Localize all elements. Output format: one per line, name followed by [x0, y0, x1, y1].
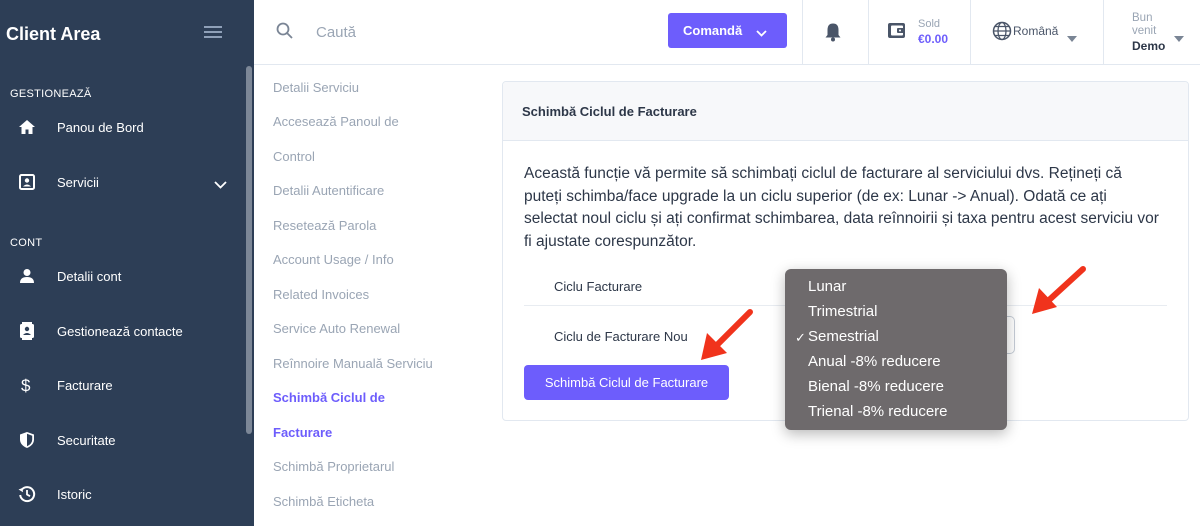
welcome-text: Bun venit [1132, 12, 1157, 37]
subnav-item-related-invoices[interactable]: Related Invoices [273, 287, 369, 302]
svg-text:$: $ [21, 376, 31, 394]
wallet-icon [887, 20, 907, 45]
dropdown-option[interactable]: Trimestrial [808, 303, 877, 320]
subnav-item-manual-renewal[interactable]: Reînnoire Manuală Serviciu [273, 356, 433, 371]
sidebar-item-label: Securitate [57, 432, 116, 448]
dropdown-option[interactable]: Anual -8% reducere [808, 353, 941, 370]
sidebar: Client Area GESTIONEAZĂ Panou de Bord Se… [0, 0, 254, 526]
balance-value: €0.00 [918, 32, 949, 46]
divider [868, 0, 869, 65]
current-cycle-label: Ciclu Facturare [554, 279, 643, 294]
sidebar-item-label: Gestionează contacte [57, 323, 183, 339]
dollar-icon: $ [18, 376, 36, 394]
search-input[interactable] [316, 20, 616, 44]
section-manage: GESTIONEAZĂ [10, 88, 92, 100]
sidebar-item-history[interactable]: Istoric [0, 474, 244, 514]
sidebar-item-services[interactable]: Servicii [0, 162, 244, 202]
sidebar-item-label: Panou de Bord [57, 119, 144, 135]
cycle-dropdown-menu: Lunar Trimestrial ✓ Semestrial Anual -8%… [785, 269, 1007, 430]
chevron-down-icon [756, 25, 767, 40]
subnav-item-control-panel-cont[interactable]: Control [273, 149, 315, 164]
shield-icon [18, 431, 36, 449]
chevron-down-icon [214, 176, 227, 194]
search-icon [276, 22, 293, 44]
annotation-arrow-icon [701, 309, 753, 360]
menu-toggle-icon[interactable] [204, 26, 222, 38]
home-icon [18, 118, 36, 136]
subnav-item-change-owner[interactable]: Schimbă Proprietarul [273, 459, 394, 474]
card-title: Schimbă Ciclul de Facturare [522, 104, 697, 119]
contacts-icon [18, 322, 36, 340]
dropdown-option[interactable]: Trienal -8% reducere [808, 403, 948, 420]
card-description: Această funcție vă permite să schimbați … [524, 165, 1159, 250]
section-account: CONT [10, 237, 43, 249]
subnav-item-service-details[interactable]: Detalii Serviciu [273, 80, 359, 95]
divider [970, 0, 971, 65]
dropdown-option-selected[interactable]: Semestrial [808, 328, 879, 345]
dropdown-option[interactable]: Lunar [808, 278, 846, 295]
divider [1103, 0, 1104, 65]
subnav-item-reset-password[interactable]: Resetează Parola [273, 218, 376, 233]
subnav-item-login-details[interactable]: Detalii Autentificare [273, 183, 384, 198]
order-button-label: Comandă [683, 23, 743, 38]
order-button[interactable]: Comandă [668, 13, 787, 48]
sidebar-item-billing[interactable]: $ Facturare [0, 365, 244, 405]
brand-title: Client Area [6, 24, 101, 44]
subnav-item-auto-renewal[interactable]: Service Auto Renewal [273, 321, 400, 336]
sidebar-item-label: Istoric [57, 486, 92, 502]
sidebar-item-label: Servicii [57, 174, 99, 190]
subnav-item-control-panel[interactable]: Accesează Panoul de [273, 114, 399, 129]
annotation-arrow-icon [1032, 266, 1086, 314]
bell-icon[interactable] [824, 22, 842, 47]
balance-label: Sold [918, 18, 941, 30]
sidebar-item-label: Detalii cont [57, 268, 122, 284]
sidebar-item-label: Facturare [57, 377, 113, 393]
topbar: Comandă Sold €0.00 Română Bun venit Demo [254, 0, 1200, 65]
divider [802, 0, 803, 65]
subnav-item-change-label[interactable]: Schimbă Eticheta [273, 494, 374, 509]
globe-icon[interactable] [992, 21, 1012, 46]
change-cycle-button[interactable]: Schimbă Ciclul de Facturare [524, 365, 729, 400]
user-icon [18, 267, 36, 285]
sidebar-item-security[interactable]: Securitate [0, 420, 244, 460]
sidebar-scrollbar[interactable] [246, 66, 252, 434]
caret-down-icon [1067, 29, 1077, 47]
history-icon [18, 485, 36, 503]
sidebar-item-account-details[interactable]: Detalii cont [0, 256, 244, 296]
dropdown-option[interactable]: Bienal -8% reducere [808, 378, 944, 395]
card-header: Schimbă Ciclul de Facturare [503, 82, 1188, 141]
sidebar-item-contacts[interactable]: Gestionează contacte [0, 311, 244, 351]
checkmark-icon: ✓ [795, 330, 806, 345]
sidebar-item-dashboard[interactable]: Panou de Bord [0, 107, 244, 147]
subnav-item-account-usage[interactable]: Account Usage / Info [273, 252, 394, 267]
new-cycle-label: Ciclu de Facturare Nou [554, 329, 688, 344]
subnav-item-change-cycle[interactable]: Schimbă Ciclul de [273, 390, 385, 405]
subnav-item-change-cycle-cont[interactable]: Facturare [273, 425, 332, 440]
language-selector[interactable]: Română [1013, 24, 1058, 38]
caret-down-icon[interactable] [1174, 29, 1184, 47]
username[interactable]: Demo [1132, 39, 1165, 53]
services-icon [18, 173, 36, 191]
